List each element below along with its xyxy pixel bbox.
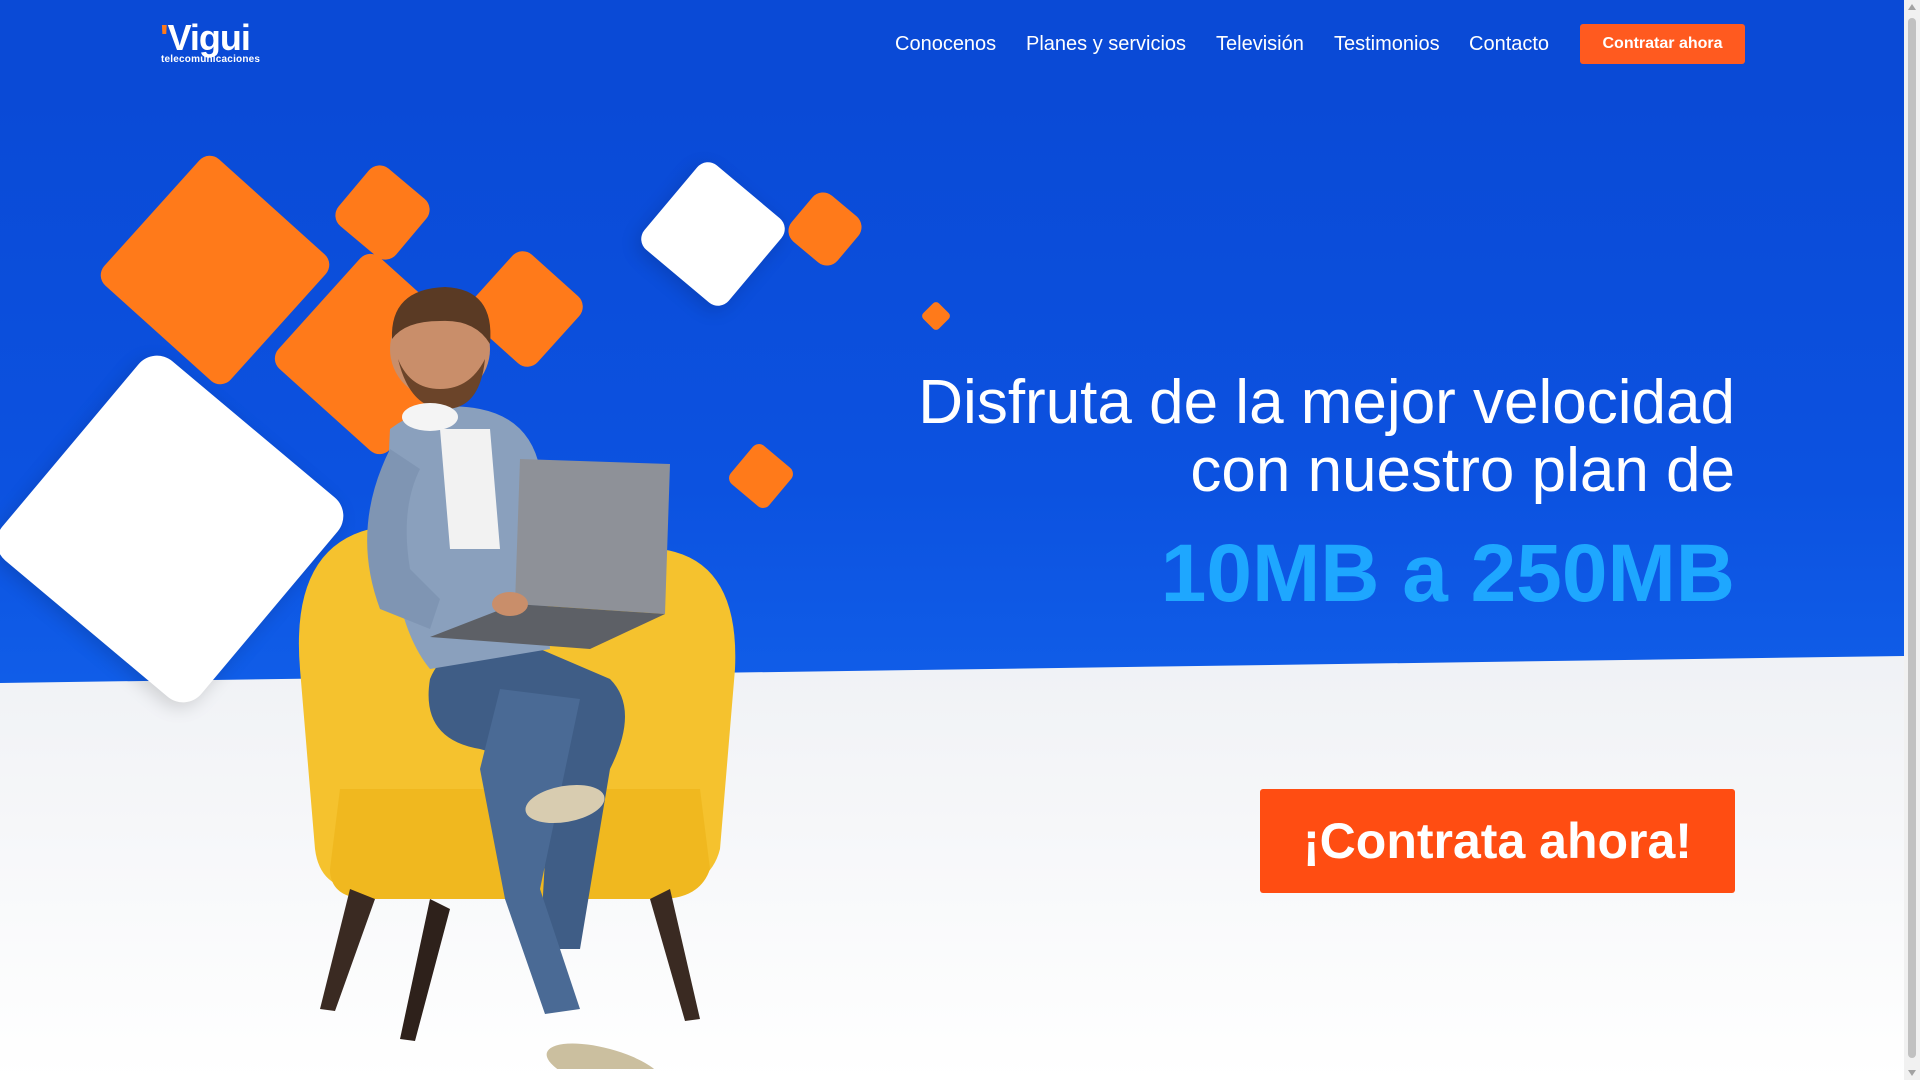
man-with-laptop-illustration (298, 287, 736, 1069)
scrollbar-thumb[interactable] (1908, 18, 1916, 1058)
nav-item-television[interactable]: Televisión (1216, 30, 1304, 58)
vertical-scrollbar[interactable] (1904, 0, 1920, 1080)
nav-item-planes-y-servicios[interactable]: Planes y servicios (1026, 30, 1186, 58)
nav-item-testimonios[interactable]: Testimonios (1334, 30, 1440, 58)
header-contratar-button[interactable]: Contratar ahora (1580, 24, 1745, 64)
vigui-logo[interactable]: 'Vigui telecomunicaciones (160, 18, 270, 68)
hero-section: Disfruta de la mejor velocidad con nuest… (0, 89, 1904, 1080)
hero-headline: Disfruta de la mejor velocidad con nuest… (835, 369, 1735, 505)
headline-line-1: Disfruta de la mejor velocidad (918, 368, 1735, 437)
orange-square-shape (782, 186, 868, 272)
logo-tagline: telecomunicaciones (161, 54, 261, 65)
nav-item-conocenos[interactable]: Conocenos (895, 30, 996, 58)
orange-square-shape (920, 300, 952, 332)
scroll-down-arrow-icon[interactable] (1908, 1070, 1916, 1076)
hero-contrata-button[interactable]: ¡Contrata ahora! (1260, 789, 1735, 893)
site-header: 'Vigui telecomunicaciones Conocenos Plan… (0, 0, 1904, 89)
scroll-up-arrow-icon[interactable] (1908, 4, 1916, 10)
speed-range-text: 10MB a 250MB (1160, 528, 1735, 619)
headline-line-2: con nuestro plan de (1190, 436, 1735, 505)
logo-wordmark: 'Vigui (160, 17, 251, 58)
nav-item-contacto[interactable]: Contacto (1469, 30, 1549, 58)
